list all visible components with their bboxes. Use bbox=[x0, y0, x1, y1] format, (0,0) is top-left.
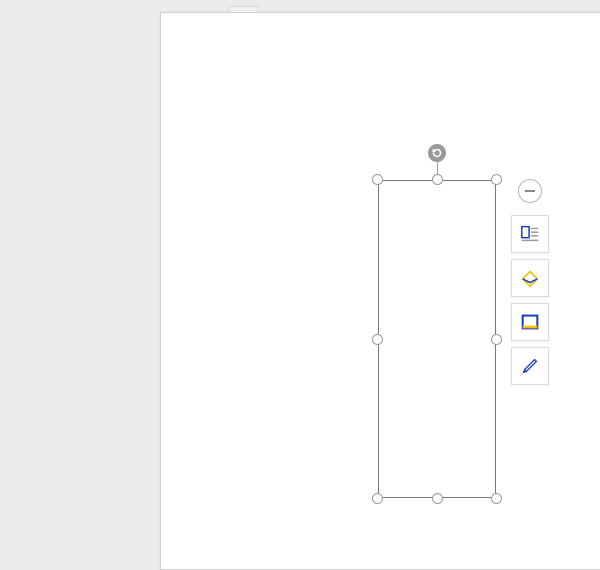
edit-points-button[interactable] bbox=[511, 347, 549, 385]
border-icon bbox=[519, 311, 541, 333]
rotate-icon bbox=[431, 147, 443, 159]
selected-shape[interactable] bbox=[378, 180, 496, 498]
pen-icon bbox=[519, 355, 541, 377]
resize-handle-mr[interactable] bbox=[491, 334, 502, 345]
resize-handle-tm[interactable] bbox=[432, 174, 443, 185]
text-wrapping-button[interactable] bbox=[511, 215, 549, 253]
document-page bbox=[160, 12, 600, 570]
crop-shape-icon bbox=[519, 267, 541, 289]
rotate-handle[interactable] bbox=[428, 144, 446, 162]
resize-handle-tr[interactable] bbox=[491, 174, 502, 185]
border-button[interactable] bbox=[511, 303, 549, 341]
resize-handle-tl[interactable] bbox=[372, 174, 383, 185]
crop-shape-button[interactable] bbox=[511, 259, 549, 297]
collapse-toolbar-button[interactable] bbox=[518, 179, 542, 203]
minus-icon bbox=[525, 190, 535, 192]
shape-rectangle[interactable] bbox=[378, 180, 496, 498]
text-wrapping-icon bbox=[519, 223, 541, 245]
resize-handle-ml[interactable] bbox=[372, 334, 383, 345]
shape-context-toolbar bbox=[509, 179, 551, 385]
resize-handle-bm[interactable] bbox=[432, 493, 443, 504]
resize-handle-br[interactable] bbox=[491, 493, 502, 504]
resize-handle-bl[interactable] bbox=[372, 493, 383, 504]
